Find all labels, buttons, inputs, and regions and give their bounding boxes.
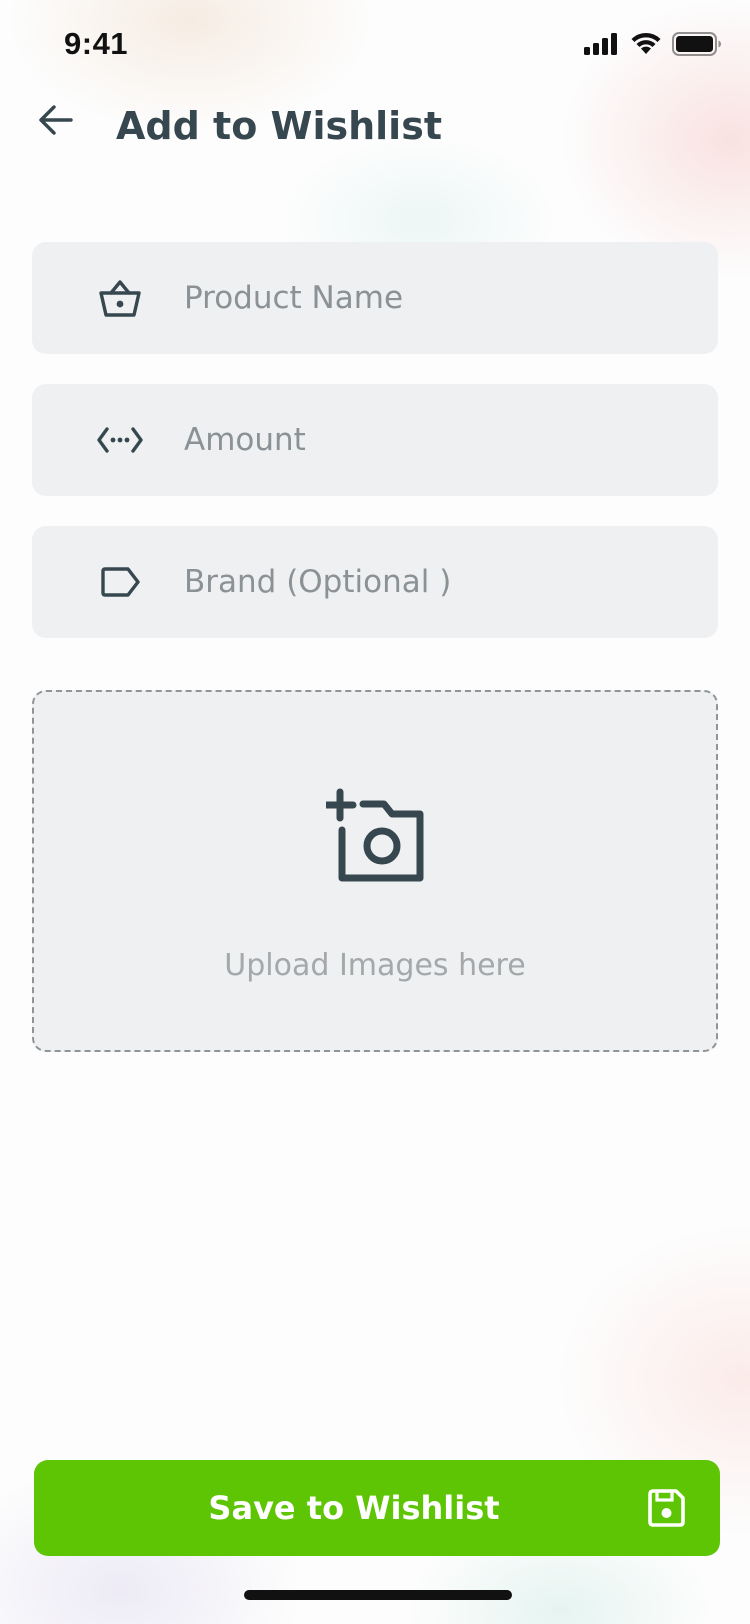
save-button-label: Save to Wishlist xyxy=(208,1489,500,1527)
header: Add to Wishlist xyxy=(0,90,750,190)
cellular-signal-icon xyxy=(584,33,620,59)
back-button[interactable] xyxy=(34,100,78,144)
page-title: Add to Wishlist xyxy=(116,104,442,148)
upload-images-dropzone[interactable]: Upload Images here xyxy=(32,690,718,1052)
status-bar: 9:41 xyxy=(0,0,750,90)
battery-icon xyxy=(672,32,722,60)
save-to-wishlist-button[interactable]: Save to Wishlist xyxy=(34,1460,720,1556)
amount-input[interactable] xyxy=(184,384,684,496)
basket-icon xyxy=(96,274,144,322)
status-time: 9:41 xyxy=(64,26,129,61)
tag-icon xyxy=(96,558,144,606)
brand-input[interactable] xyxy=(184,526,684,638)
product-name-input[interactable] xyxy=(184,242,684,354)
amount-field[interactable] xyxy=(32,384,718,496)
product-name-field[interactable] xyxy=(32,242,718,354)
code-dots-icon xyxy=(96,416,144,464)
arrow-left-icon xyxy=(38,104,74,140)
wifi-icon xyxy=(630,32,662,60)
upload-label: Upload Images here xyxy=(224,948,526,983)
home-indicator xyxy=(244,1590,512,1600)
status-icons xyxy=(584,32,722,60)
brand-field[interactable] xyxy=(32,526,718,638)
add-camera-icon xyxy=(323,788,426,882)
floppy-disk-icon xyxy=(646,1488,686,1528)
